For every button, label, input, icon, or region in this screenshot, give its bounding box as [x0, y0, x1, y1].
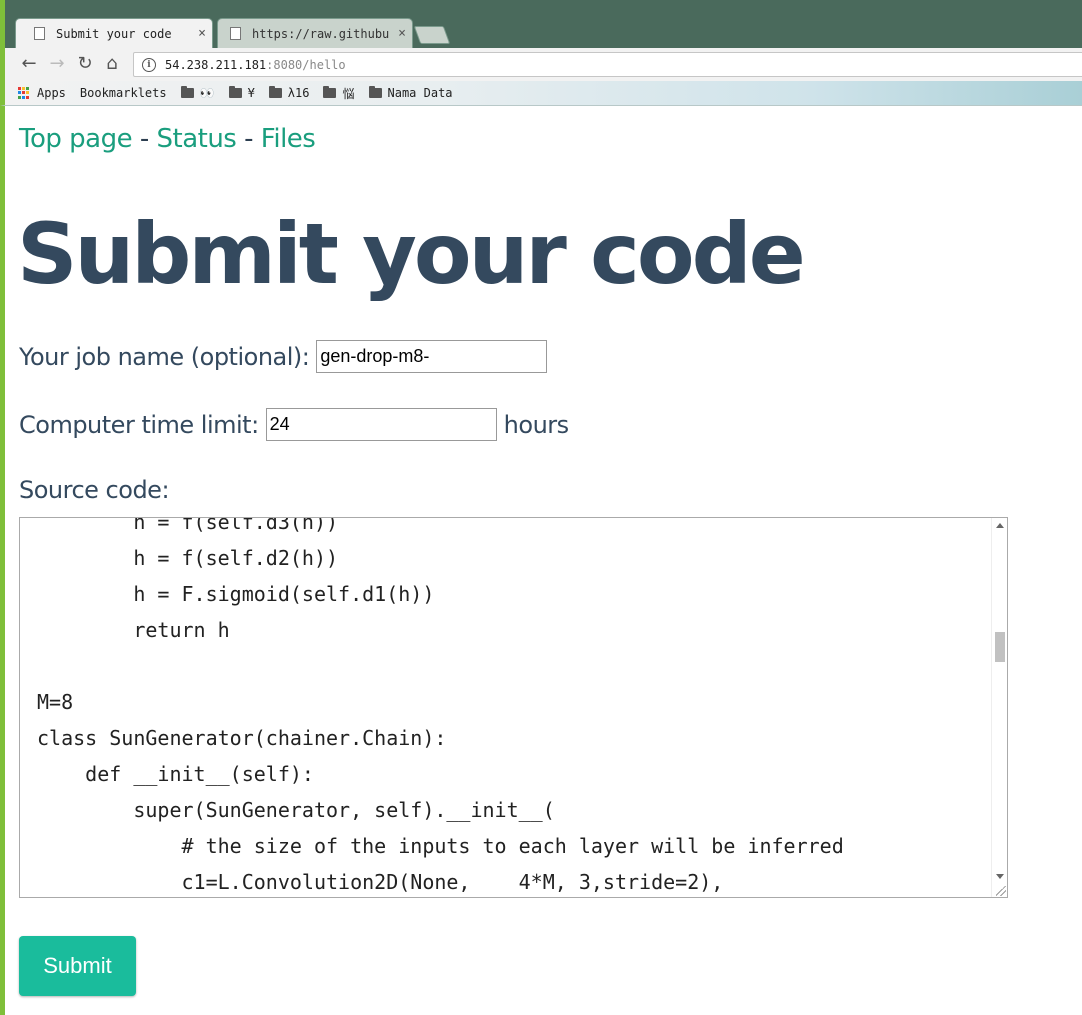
- submit-button[interactable]: Submit: [19, 936, 136, 996]
- address-bar[interactable]: i 54.238.211.181 :8080/hello: [133, 52, 1082, 77]
- page-title: Submit your code: [17, 205, 806, 303]
- job-name-row: Your job name (optional):: [19, 340, 548, 373]
- address-host: 54.238.211.181: [165, 57, 267, 72]
- bookmark-folder-lambda16[interactable]: λ16: [268, 86, 310, 100]
- source-code-row: Source code:: [19, 476, 170, 504]
- bookmark-folder-nayami[interactable]: 悩: [323, 85, 355, 102]
- bookmark-folder-eyes[interactable]: 👀: [180, 86, 215, 100]
- code-line: h = f(self.d2(h)): [37, 546, 339, 570]
- code-line: h = f(self.d3(h)): [37, 517, 339, 534]
- scrollbar-thumb[interactable]: [995, 632, 1005, 662]
- page-icon: [34, 27, 45, 40]
- code-line: # the size of the inputs to each layer w…: [37, 834, 844, 858]
- bookmark-label: ¥: [247, 86, 255, 100]
- tab-strip: Submit your code × https://raw.githubu ×: [0, 0, 1082, 48]
- job-name-label: Your job name (optional):: [19, 342, 310, 371]
- bookmark-folder-yen[interactable]: ¥: [228, 86, 255, 100]
- address-path: :8080/hello: [266, 57, 346, 72]
- code-line: super(SunGenerator, self).__init__(: [37, 798, 555, 822]
- home-icon[interactable]: ⌂: [102, 54, 122, 74]
- folder-icon: [180, 86, 194, 98]
- apps-grid-icon: [18, 87, 30, 99]
- tab-title: Submit your code: [56, 26, 172, 41]
- code-line: M=8: [37, 690, 74, 714]
- bookmark-label: Nama Data: [387, 86, 453, 100]
- new-tab-button[interactable]: [413, 26, 451, 44]
- nav-link-status[interactable]: Status: [157, 124, 237, 154]
- folder-icon: [368, 86, 382, 98]
- textarea-scrollbar[interactable]: [991, 518, 1007, 897]
- time-limit-input[interactable]: [265, 408, 497, 441]
- folder-icon: [268, 86, 282, 98]
- bookmark-apps[interactable]: Apps: [18, 86, 66, 100]
- top-navigation: Top page - Status - Files: [19, 124, 316, 154]
- time-limit-row: Computer time limit: hours: [19, 408, 569, 441]
- tab-title: https://raw.githubu: [252, 26, 390, 41]
- back-arrow-icon[interactable]: ←: [19, 54, 39, 74]
- scroll-down-arrow-icon[interactable]: [996, 874, 1004, 879]
- bookmarks-bar: Apps Bookmarklets 👀 ¥ λ16 悩 Nama Data: [0, 81, 1082, 106]
- reload-icon[interactable]: ↻: [75, 54, 95, 74]
- browser-toolbar: ← → ↻ ⌂ i 54.238.211.181 :8080/hello: [0, 48, 1082, 81]
- bookmark-bookmarklets[interactable]: Bookmarklets: [80, 86, 167, 100]
- source-code-lines: h = f(self.d3(h)) h = f(self.d2(h)) h = …: [37, 517, 844, 897]
- bookmark-label: Apps: [37, 86, 66, 100]
- resize-grip-icon[interactable]: [996, 886, 1006, 896]
- nav-link-files[interactable]: Files: [261, 124, 316, 154]
- code-line: c1=L.Convolution2D(None, 4*M, 3,stride=2…: [37, 870, 724, 894]
- source-code-label: Source code:: [19, 476, 170, 504]
- code-line: def __init__(self):: [37, 762, 314, 786]
- folder-icon: [228, 86, 242, 98]
- bookmark-label: Bookmarklets: [79, 86, 167, 100]
- tab-submit-your-code[interactable]: Submit your code ×: [15, 18, 213, 48]
- nav-separator: -: [236, 124, 261, 154]
- bookmark-label: 👀: [199, 86, 215, 100]
- forward-arrow-icon[interactable]: →: [47, 54, 67, 74]
- scroll-up-arrow-icon[interactable]: [996, 523, 1004, 528]
- code-line: h = F.sigmoid(self.d1(h)): [37, 582, 435, 606]
- code-line: class SunGenerator(chainer.Chain):: [37, 726, 447, 750]
- info-icon[interactable]: i: [142, 57, 156, 72]
- close-icon[interactable]: ×: [392, 26, 412, 41]
- code-line: return h: [37, 618, 230, 642]
- time-limit-unit: hours: [503, 410, 569, 439]
- tab-raw-githubusercontent[interactable]: https://raw.githubu ×: [217, 18, 413, 48]
- bookmark-folder-nama-data[interactable]: Nama Data: [368, 86, 453, 100]
- folder-icon: [323, 86, 337, 98]
- source-code-textarea[interactable]: h = f(self.d3(h)) h = f(self.d2(h)) h = …: [19, 517, 1008, 898]
- time-limit-label: Computer time limit:: [19, 410, 259, 439]
- nav-separator: -: [132, 124, 157, 154]
- page-content: Top page - Status - Files Submit your co…: [0, 106, 1082, 1015]
- bookmark-label: λ16: [287, 86, 310, 100]
- close-icon[interactable]: ×: [192, 26, 212, 41]
- page-icon: [230, 27, 241, 40]
- nav-link-top-page[interactable]: Top page: [19, 124, 133, 154]
- job-name-input[interactable]: [316, 340, 548, 373]
- bookmark-label: 悩: [342, 86, 355, 101]
